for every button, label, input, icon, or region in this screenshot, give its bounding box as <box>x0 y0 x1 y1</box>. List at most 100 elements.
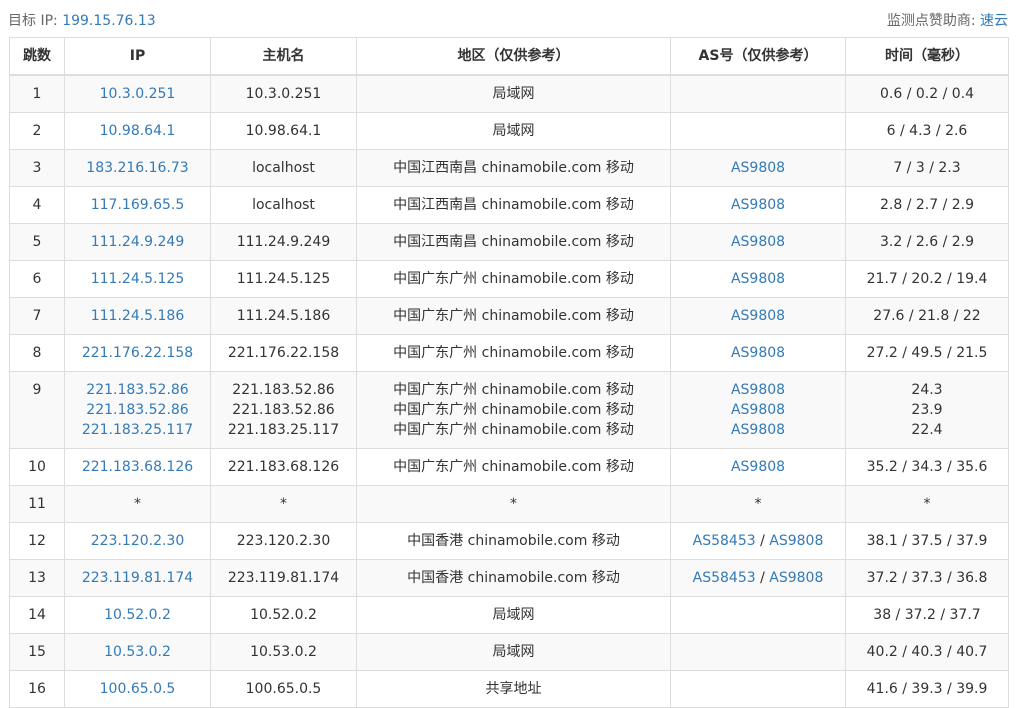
hostname-cell: localhost <box>210 149 357 187</box>
hostname-cell: localhost <box>210 186 357 224</box>
ip-link[interactable]: 10.53.0.2 <box>65 642 210 662</box>
ip-cell: 223.119.81.174 <box>64 559 211 597</box>
as-link[interactable]: AS9808 <box>769 533 823 549</box>
hop-number: 10 <box>28 459 46 475</box>
time-text: 21.7 / 20.2 / 19.4 <box>866 271 988 287</box>
traceroute-table-container: 跳数 IP 主机名 地区（仅供参考） AS号（仅供参考） 时间（毫秒） 1 10.… <box>9 37 1009 708</box>
as-link[interactable]: AS58453 <box>693 570 756 586</box>
ip-cell: 10.52.0.2 <box>64 596 211 634</box>
as-cell: * <box>670 485 846 523</box>
ip-cell: 183.216.16.73 <box>64 149 211 187</box>
as-cell: AS9808 <box>670 334 846 372</box>
sponsor-info: 监测点赞助商: 速云 <box>887 10 1008 30</box>
as-cell <box>670 112 846 150</box>
column-header-hop: 跳数 <box>9 37 65 76</box>
time-cell: 2.8 / 2.7 / 2.9 <box>845 186 1009 224</box>
region-cell: 中国香港 chinamobile.com 移动 <box>356 522 671 560</box>
time-text: 2.8 / 2.7 / 2.9 <box>879 197 975 213</box>
hostname-text: 221.183.52.86 <box>232 402 335 418</box>
hop-cell: 16 <box>9 670 65 708</box>
column-header-ip: IP <box>64 37 211 76</box>
as-cell <box>670 596 846 634</box>
region-text: 局域网 <box>492 644 535 660</box>
region-cell: 中国广东广州 chinamobile.com 移动 <box>356 297 671 335</box>
as-link[interactable]: AS9808 <box>731 422 785 438</box>
ip-link[interactable]: 221.176.22.158 <box>65 343 210 363</box>
ip-link[interactable]: 100.65.0.5 <box>65 679 210 699</box>
region-cell: 局域网 <box>356 633 671 671</box>
target-ip-label: 目标 IP: <box>8 13 58 29</box>
region-text: 中国江西南昌 chinamobile.com 移动 <box>393 234 634 250</box>
as-line: AS9808 <box>671 457 845 477</box>
as-link[interactable]: AS9808 <box>731 345 785 361</box>
hostname-cell: 223.120.2.30 <box>210 522 357 560</box>
hostname-cell: 10.52.0.2 <box>210 596 357 634</box>
as-line: AS9808 <box>671 343 845 363</box>
ip-link[interactable]: 223.120.2.30 <box>65 531 210 551</box>
as-link[interactable]: AS58453 <box>693 533 756 549</box>
as-separator: / <box>755 570 770 586</box>
ip-link[interactable]: 221.183.25.117 <box>65 420 210 440</box>
as-link[interactable]: AS9808 <box>769 570 823 586</box>
as-link[interactable]: AS9808 <box>731 459 785 475</box>
ip-link[interactable]: 111.24.9.249 <box>65 232 210 252</box>
time-cell: 27.2 / 49.5 / 21.5 <box>845 334 1009 372</box>
as-link[interactable]: AS9808 <box>731 308 785 324</box>
time-cell: 3.2 / 2.6 / 2.9 <box>845 223 1009 261</box>
as-link[interactable]: AS9808 <box>731 197 785 213</box>
as-cell: AS9808 <box>670 297 846 335</box>
time-text: 40.2 / 40.3 / 40.7 <box>866 644 988 660</box>
ip-link[interactable]: 221.183.68.126 <box>65 457 210 477</box>
hop-cell: 15 <box>9 633 65 671</box>
ip-link[interactable]: 111.24.5.186 <box>65 306 210 326</box>
ip-link[interactable]: 221.183.52.86 <box>65 400 210 420</box>
time-text: 3.2 / 2.6 / 2.9 <box>879 234 975 250</box>
ip-link[interactable]: 221.183.52.86 <box>65 380 210 400</box>
time-cell: 40.2 / 40.3 / 40.7 <box>845 633 1009 671</box>
hostname-text: 223.120.2.30 <box>236 533 331 549</box>
time-cell: 37.2 / 37.3 / 36.8 <box>845 559 1009 597</box>
sponsor-link[interactable]: 速云 <box>980 13 1008 29</box>
ip-cell: 10.53.0.2 <box>64 633 211 671</box>
time-text: 6 / 4.3 / 2.6 <box>886 123 968 139</box>
hostname-cell: 221.183.68.126 <box>210 448 357 486</box>
ip-link[interactable]: 10.52.0.2 <box>65 605 210 625</box>
region-text: 中国广东广州 chinamobile.com 移动 <box>393 345 634 361</box>
table-row: 3 183.216.16.73 localhost 中国江西南昌 chinamobil… <box>9 149 1009 187</box>
region-cell: 中国江西南昌 chinamobile.com 移动 <box>356 149 671 187</box>
time-text: 23.9 <box>911 402 943 418</box>
as-link[interactable]: AS9808 <box>731 402 785 418</box>
ip-link[interactable]: 111.24.5.125 <box>65 269 210 289</box>
as-link[interactable]: AS9808 <box>731 234 785 250</box>
as-link[interactable]: AS9808 <box>731 160 785 176</box>
table-row: 13 223.119.81.174 223.119.81.174 中国香港 china… <box>9 559 1009 597</box>
as-line: AS9808 <box>671 232 845 252</box>
header-bar: 目标 IP: 199.15.76.13 监测点赞助商: 速云 <box>8 9 1008 31</box>
time-text: 38 / 37.2 / 37.7 <box>873 607 981 623</box>
as-line: AS58453 / AS9808 <box>671 531 845 551</box>
hostname-text: 10.53.0.2 <box>250 644 317 660</box>
as-link[interactable]: AS9808 <box>731 382 785 398</box>
sponsor-label: 监测点赞助商: <box>886 13 976 29</box>
hostname-cell: 111.24.9.249 <box>210 223 357 261</box>
ip-link[interactable]: 117.169.65.5 <box>65 195 210 215</box>
hostname-text: * <box>280 496 287 512</box>
ip-link[interactable]: 223.119.81.174 <box>65 568 210 588</box>
region-cell: 中国香港 chinamobile.com 移动 <box>356 559 671 597</box>
hostname-cell: 111.24.5.186 <box>210 297 357 335</box>
time-text: 22.4 <box>911 422 943 438</box>
as-cell: AS9808 <box>670 186 846 224</box>
as-link[interactable]: AS9808 <box>731 271 785 287</box>
hop-cell: 8 <box>9 334 65 372</box>
ip-link[interactable]: 10.3.0.251 <box>65 84 210 104</box>
table-row: 8 221.176.22.158 221.176.22.158 中国广东广州 chin… <box>9 334 1009 372</box>
target-ip-link[interactable]: 199.15.76.13 <box>62 13 156 29</box>
table-row: 9 221.183.52.86 221.183.52.86 221.183.25.11… <box>9 371 1009 449</box>
table-row: 7 111.24.5.186 111.24.5.186 中国广东广州 chinamob… <box>9 297 1009 335</box>
ip-link[interactable]: 183.216.16.73 <box>65 158 210 178</box>
hop-cell: 7 <box>9 297 65 335</box>
ip-link[interactable]: 10.98.64.1 <box>65 121 210 141</box>
region-text: 中国广东广州 chinamobile.com 移动 <box>393 422 634 438</box>
ip-cell: 111.24.9.249 <box>64 223 211 261</box>
hostname-cell: 10.53.0.2 <box>210 633 357 671</box>
